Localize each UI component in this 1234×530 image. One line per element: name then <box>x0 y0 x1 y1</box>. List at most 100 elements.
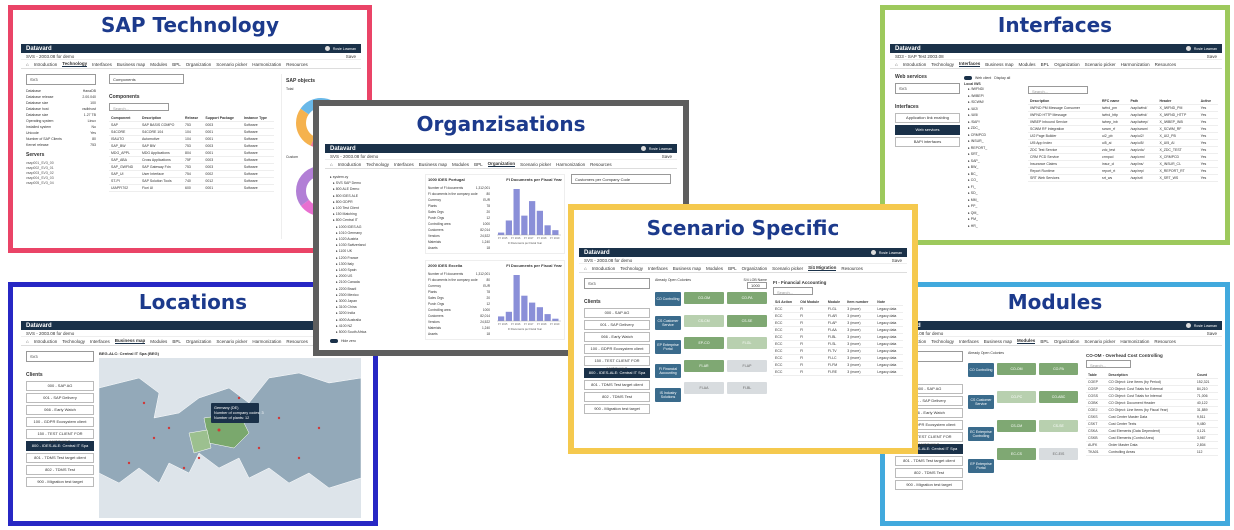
histogram-bar[interactable] <box>536 210 543 235</box>
table-row[interactable]: AUFK Order Master Data 2,804 <box>1086 441 1218 449</box>
avatar[interactable] <box>640 146 646 151</box>
table-row[interactable]: ECC FI FI-AR 3 (more) Legacy data <box>773 312 903 320</box>
submodule-box[interactable]: FI-AP <box>727 359 767 372</box>
tab-interfaces[interactable]: Interfaces <box>394 162 414 167</box>
table-row[interactable]: IWBEP Inbound Service iwbep_inb/sap/iwbep… <box>1028 118 1218 126</box>
submodule-box[interactable]: EP-CO <box>684 337 724 350</box>
search-input[interactable]: SV3 <box>26 74 96 85</box>
tab-resources[interactable]: Resources <box>1154 339 1176 344</box>
module-table-search[interactable]: Search... <box>1086 360 1131 368</box>
histogram-bar[interactable] <box>513 275 520 321</box>
table-row[interactable]: ECC FI FI-SL 3 (more) Legacy data <box>773 340 903 348</box>
table-row[interactable]: IWFND PM Message Consumer iwfnd_pm/sap/iw… <box>1028 104 1218 112</box>
save-link[interactable]: Save <box>892 258 902 263</box>
table-row[interactable]: MDG_APPL MDG Applications 804 0001 Software <box>109 149 274 157</box>
tab-organization[interactable]: Organization <box>1054 62 1080 67</box>
tab-resources[interactable]: Resources <box>1155 62 1177 67</box>
client-button[interactable]: 000 - SAP AG <box>584 308 650 318</box>
tab-scenario-picker[interactable]: Scenario picker <box>1085 62 1116 67</box>
client-button[interactable]: 100 - GDPR Ecosystem client <box>26 417 94 427</box>
s4-value-input[interactable]: 1000 <box>747 282 767 289</box>
tab-resources[interactable]: Resources <box>286 339 308 344</box>
module-group-box[interactable]: FI Financial Accounting <box>655 364 681 378</box>
table-row[interactable]: UI5 App Index ui5_ai/sap/ui5/X_UI5_AI Yes <box>1028 139 1218 147</box>
table-row[interactable]: ECC FI FI-GL 3 (more) Legacy data <box>773 305 903 313</box>
save-link[interactable]: Save <box>1207 54 1217 59</box>
tab-introduction[interactable]: Introduction <box>903 62 927 67</box>
tree-item[interactable]: ▸ HR_ <box>968 223 1022 230</box>
tab-scenario-picker[interactable]: Scenario picker <box>1084 339 1115 344</box>
interface-button[interactable]: Web services <box>895 125 960 135</box>
table-row[interactable]: Report Runtime report_rt/sap/rep/X_REPORT… <box>1028 167 1218 175</box>
table-row[interactable]: ECC FI FI-FM 3 (more) Legacy data <box>773 361 903 369</box>
table-row[interactable]: ECC FI FI-AP 3 (more) Legacy data <box>773 319 903 327</box>
submodule-box[interactable]: EC-EIS <box>1039 447 1078 460</box>
client-button[interactable]: 800 - IDES-ALE: Central IT Spa <box>584 368 650 378</box>
toggle-switch[interactable] <box>964 76 972 80</box>
histogram-bar[interactable] <box>552 318 559 321</box>
search-input[interactable]: SV3 <box>584 278 650 289</box>
tab-business-map[interactable]: Business map <box>985 62 1013 67</box>
histogram-bar[interactable] <box>498 316 505 321</box>
home-icon[interactable]: ⌂ <box>26 62 29 67</box>
table-row[interactable]: COSP CO Object: Cost Totals for External 8… <box>1086 385 1218 393</box>
tab-bpl[interactable]: BPL <box>474 162 483 167</box>
tab-technology[interactable]: Technology <box>620 266 643 271</box>
client-button[interactable]: 801 - TDMS Test target client <box>895 456 963 466</box>
client-button[interactable]: 100 - GDPR Ecosystem client <box>584 344 650 354</box>
tab-scenario-picker[interactable]: Scenario picker <box>216 62 247 67</box>
tab-bpl[interactable]: BPL <box>728 266 737 271</box>
module-group-box[interactable]: CS Customer Service <box>655 316 681 330</box>
client-button[interactable]: 801 - TDMS Test target client <box>26 453 94 463</box>
tab-technology[interactable]: Technology <box>62 339 85 344</box>
table-row[interactable]: COSS CO Object: Cost Totals for Internal 7… <box>1086 392 1218 400</box>
histogram-bar[interactable] <box>521 215 528 235</box>
submodule-box[interactable]: EC-CS <box>997 447 1036 460</box>
table-row[interactable]: IWFND HTTP Message iwfnd_http/sap/iwfnd/X… <box>1028 111 1218 119</box>
tab-business-map[interactable]: Business map <box>984 339 1012 344</box>
table-row[interactable]: SAP_BW SAP BW 753 0003 Software <box>109 142 274 150</box>
tab-introduction[interactable]: Introduction <box>34 339 58 344</box>
histogram-bar[interactable] <box>529 302 536 321</box>
client-button[interactable]: 001 - SAP Delivery <box>584 320 650 330</box>
client-button[interactable]: 900 - Migration test target <box>584 404 650 414</box>
table-row[interactable]: ISAUTO Automotive 104 0001 Software <box>109 135 274 143</box>
tab-technology[interactable]: Technology <box>931 339 954 344</box>
toggle-switch[interactable] <box>330 339 338 343</box>
submodule-box[interactable]: CS-CM <box>684 314 724 327</box>
table-row[interactable]: ST-PI SAP Solution Tools 740 0012 Software <box>109 177 274 185</box>
tab-organization[interactable]: Organization <box>487 161 516 167</box>
client-button[interactable]: 066 - Early Watch <box>584 332 650 342</box>
table-row[interactable]: CSKB Cost Elements (Control Area) 3,987 <box>1086 434 1218 442</box>
tab-interfaces[interactable]: Interfaces <box>959 339 979 344</box>
table-row[interactable]: Insurance Claims insur_cl/sap/ins/X_INSUR… <box>1028 160 1218 168</box>
table-row[interactable]: ECC FI FI-BL 3 (more) Legacy data <box>773 333 903 341</box>
avatar[interactable] <box>324 46 330 51</box>
tab-modules[interactable]: Modules <box>706 266 723 271</box>
table-row[interactable]: CSKA Cost Elements (Data Dependent) 4,121 <box>1086 427 1218 435</box>
tab-technology[interactable]: Technology <box>931 62 954 67</box>
table-row[interactable]: CSKT Cost Center Texts 9,480 <box>1086 420 1218 428</box>
client-button[interactable]: 802 - TDMS Test <box>584 392 650 402</box>
histogram-bar[interactable] <box>552 230 559 235</box>
histogram-bar[interactable] <box>513 189 520 235</box>
home-icon[interactable]: ⌂ <box>584 266 587 271</box>
table-row[interactable]: S4CORE S4CORE 104 104 0001 Software <box>109 128 274 136</box>
search-input[interactable]: SV3 <box>26 351 94 362</box>
tab-scenario-picker[interactable]: Scenario picker <box>216 339 247 344</box>
tab-modules[interactable]: Modules <box>452 162 469 167</box>
tab-modules[interactable]: Modules <box>1017 338 1036 344</box>
submodule-box[interactable]: FI-AA <box>684 382 724 395</box>
tab-organization[interactable]: Organization <box>742 266 768 271</box>
histogram-bar[interactable] <box>505 311 512 321</box>
tab-introduction[interactable]: Introduction <box>34 62 58 67</box>
module-group-box[interactable]: EC Enterprise Controlling <box>968 427 994 441</box>
module-group-box[interactable]: CS Customer Service <box>968 395 994 409</box>
tab-business-map[interactable]: Business map <box>114 338 146 344</box>
tab-modules[interactable]: Modules <box>150 339 167 344</box>
submodule-box[interactable]: CS-SE <box>727 314 767 327</box>
client-button[interactable]: 900 - Migration test target <box>26 477 94 487</box>
tab-modules[interactable]: Modules <box>150 62 167 67</box>
table-row[interactable]: UI2 Page Builder ui2_pb/sap/ui2/X_UI2_PB Y… <box>1028 132 1218 140</box>
table-row[interactable]: CSKS Cost Center Master Data 9,511 <box>1086 413 1218 421</box>
